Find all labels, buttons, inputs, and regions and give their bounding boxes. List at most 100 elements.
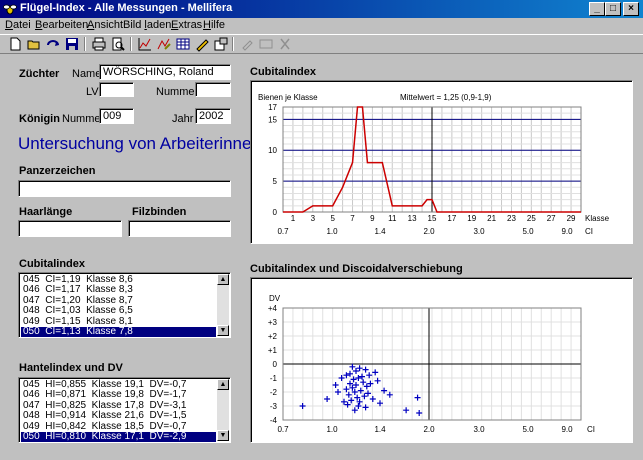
- menu-text: atei: [12, 19, 31, 31]
- window-disabled-icon[interactable]: [257, 36, 275, 52]
- scatter-point: [335, 389, 341, 395]
- x-tick-label: 11: [388, 214, 397, 223]
- panzerzeichen-label: Panzerzeichen: [19, 165, 96, 177]
- ci-tick-label: 5.0: [522, 227, 534, 236]
- scatter-point: [343, 386, 350, 393]
- x-tick-label: 25: [527, 214, 536, 223]
- tool-disabled-icon[interactable]: [238, 36, 256, 52]
- y-tick-label: +1: [268, 346, 278, 355]
- list-item[interactable]: 048 CI=1,03 Klasse 6,5: [21, 305, 216, 316]
- refresh-icon[interactable]: [44, 36, 62, 52]
- print-preview-icon[interactable]: [109, 36, 127, 52]
- chart-icon[interactable]: [136, 36, 154, 52]
- close-button[interactable]: ×: [623, 2, 639, 16]
- y-tick-label: -1: [270, 374, 278, 383]
- toolbar-separator: [84, 37, 86, 51]
- menu-text: Bild: [123, 19, 145, 31]
- menu-ansicht[interactable]: Ansicht: [87, 19, 123, 31]
- list-item[interactable]: 048 HI=0,914 Klasse 21,6 DV=-1,5: [21, 410, 216, 421]
- name-field[interactable]: WÖRSCHING, Roland: [99, 64, 231, 80]
- toolbar: [0, 34, 643, 54]
- table-icon[interactable]: [174, 36, 192, 52]
- chart1-xlabel: Klasse: [585, 214, 610, 223]
- toolbar-separator: [130, 37, 132, 51]
- x-tick-label: 9.0: [561, 425, 573, 434]
- chart1-label: Cubitalindex: [250, 66, 317, 78]
- x-tick-label: 9: [370, 214, 375, 223]
- menu-datei[interactable]: Datei: [5, 19, 31, 31]
- filzbinden-field[interactable]: [128, 220, 231, 237]
- haarlaenge-field[interactable]: [18, 220, 122, 237]
- y-tick-label: -4: [270, 416, 278, 425]
- list-item[interactable]: 050 HI=0,810 Klasse 17,1 DV=-2,9: [21, 431, 216, 442]
- menu-hilfe[interactable]: Hilfe: [203, 19, 225, 31]
- y-tick-label: 17: [268, 103, 277, 112]
- scatter-point: [414, 394, 421, 401]
- open-icon[interactable]: [25, 36, 43, 52]
- new-icon[interactable]: [6, 36, 24, 52]
- jahr-field[interactable]: 2002: [195, 108, 231, 124]
- scatter-point: [353, 368, 359, 374]
- menu-bearbeiten[interactable]: Bearbeiten: [35, 19, 88, 31]
- scatter-point: [403, 407, 410, 414]
- ci-tick-label: 1.4: [374, 227, 386, 236]
- window-title: Flügel-Index - Alle Messungen - Mellifer…: [20, 2, 233, 14]
- scrollbar[interactable]: ▲ ▼: [217, 274, 229, 336]
- scatter-point: [360, 379, 367, 386]
- chart2-xlabel: CI: [587, 425, 595, 434]
- x-tick-label: 0.7: [277, 425, 289, 434]
- close-disabled-icon[interactable]: [276, 36, 294, 52]
- save-icon[interactable]: [63, 36, 81, 52]
- hantelindex-listbox[interactable]: 045 HI=0,855 Klasse 19,1 DV=-0,7 046 HI=0…: [18, 377, 231, 443]
- minimize-button[interactable]: _: [589, 2, 605, 16]
- x-tick-label: 21: [487, 214, 496, 223]
- scrollbar[interactable]: ▲ ▼: [217, 379, 229, 441]
- y-tick-label: -3: [270, 402, 278, 411]
- chart1-ci-label: CI: [585, 227, 593, 236]
- menu-text: ilfe: [210, 19, 226, 31]
- pencil-icon[interactable]: [193, 36, 211, 52]
- scatter-point: [362, 404, 369, 411]
- name-label: Name: [72, 68, 102, 80]
- scatter-point: [365, 390, 371, 397]
- scatter-point: [356, 365, 363, 372]
- x-tick-label: 2.0: [423, 425, 435, 434]
- chart2-ylabel: DV: [269, 294, 281, 303]
- scatter-point: [374, 377, 381, 384]
- y-tick-label: 10: [268, 146, 277, 155]
- koenigin-label: Königin: [19, 113, 60, 125]
- x-tick-label: 7: [350, 214, 355, 223]
- scroll-down-icon[interactable]: ▼: [217, 430, 229, 441]
- scatter-point: [355, 403, 362, 409]
- list-item[interactable]: 050 CI=1,13 Klasse 7,8: [21, 326, 216, 337]
- y-tick-label: +4: [268, 304, 278, 313]
- cubitalindex-chart: Bienen je Klasse Mittelwert = 1,25 (0,9-1…: [258, 93, 610, 236]
- lv-label: LV: [86, 86, 99, 98]
- section-heading: Untersuchung von Arbeiterinnen: [18, 134, 261, 153]
- koenigin-nummer-field[interactable]: 009: [99, 108, 134, 124]
- x-tick-label: 1.0: [326, 425, 338, 434]
- ci-tick-label: 1.0: [326, 227, 338, 236]
- cubitalindex-listbox[interactable]: 045 CI=1,19 Klasse 8,6 046 CI=1,17 Klasse…: [18, 272, 231, 338]
- edit-chart-icon[interactable]: [155, 36, 173, 52]
- scroll-down-icon[interactable]: ▼: [217, 325, 229, 336]
- nummer-field[interactable]: [195, 82, 231, 97]
- menu-text: aden: [146, 19, 172, 31]
- chart2-label: Cubitalindex und Discoidalverschiebung: [250, 263, 463, 275]
- y-tick-label: -2: [270, 388, 278, 397]
- menu-accelerator: H: [203, 19, 211, 31]
- settings-icon[interactable]: [212, 36, 230, 52]
- panzerzeichen-field[interactable]: [18, 180, 231, 197]
- scroll-up-icon[interactable]: ▲: [217, 274, 229, 285]
- x-tick-label: 1.4: [374, 425, 386, 434]
- scroll-up-icon[interactable]: ▲: [217, 379, 229, 390]
- scatter-point: [372, 369, 379, 376]
- maximize-button[interactable]: □: [605, 2, 621, 16]
- x-tick-label: 3: [311, 214, 316, 223]
- menu-extras[interactable]: Extras: [171, 19, 202, 31]
- print-icon[interactable]: [90, 36, 108, 52]
- y-tick-label: 0: [273, 360, 278, 369]
- menu-bild-laden[interactable]: Bild laden: [123, 19, 171, 31]
- scatter-point: [332, 382, 339, 388]
- lv-field[interactable]: [99, 82, 134, 97]
